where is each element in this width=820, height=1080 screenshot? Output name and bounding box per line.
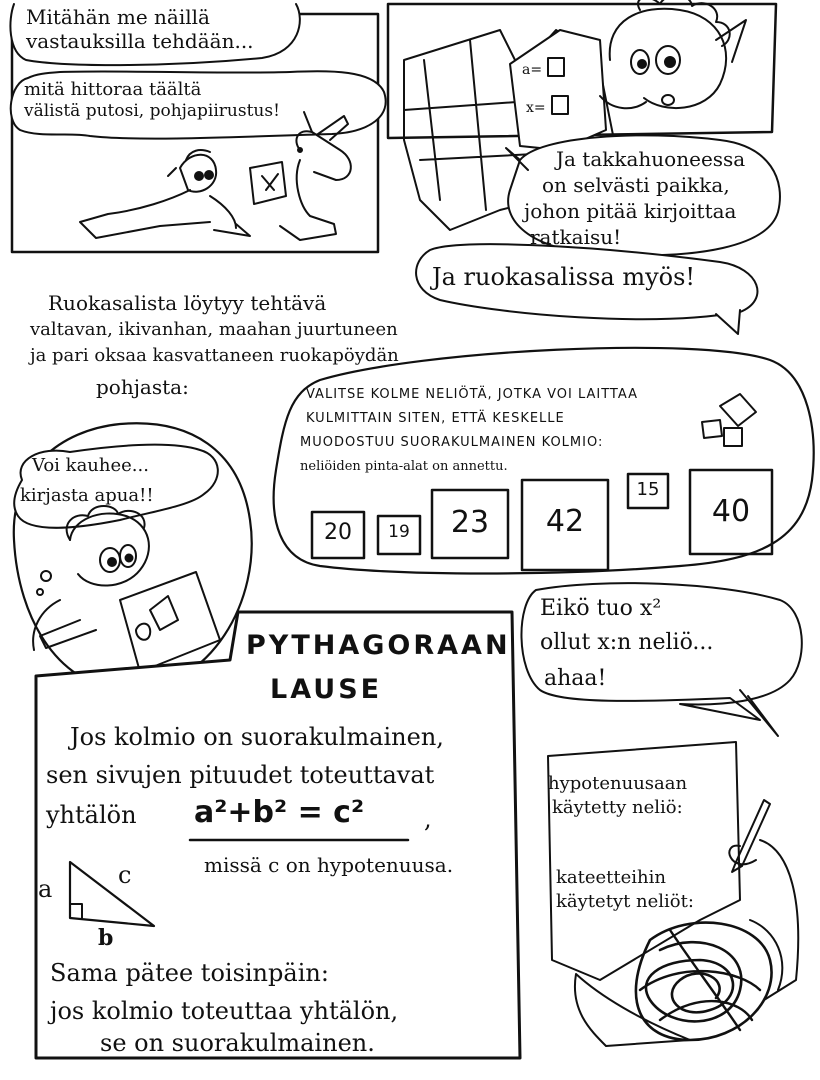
triangle-label-b: b [98,925,114,951]
realization-line-2: ollut x:n neliö... [540,630,714,655]
task-line-2: KULMITTAIN SITEN, ETTÄ KESKELLE [306,411,565,426]
realization-line-1: Eikö tuo x² [540,596,662,621]
equation-comma: , [424,805,432,833]
thought-text-1b: vastauksilla tehdään... [26,29,254,53]
theorem-text-2: sen sivujen pituudet toteuttavat [46,761,435,789]
area-value-4: 42 [545,504,585,539]
bubble-takkahuone-1: Ja takkahuoneessa [556,147,746,171]
task-line-1: VALITSE KOLME NELIÖTÄ, JOTKA VOI LAITTAA [306,387,639,402]
bubble-ruokasali: Ja ruokasalissa myös! [432,263,696,291]
task-line-3: MUODOSTUU SUORAKULMAINEN KOLMIO: [300,435,604,450]
notes-line-2: käytetty neliö: [552,797,683,818]
theorem-text-3: yhtälön [46,801,137,829]
map-label-a: a= [522,62,543,78]
comic-page: Mitähän me näillä vastauksilla tehdään..… [0,0,820,1080]
converse-line-3: se on suorakulmainen. [100,1029,375,1057]
triangle-label-c: c [118,861,132,889]
theorem-text-1: Jos kolmio on suorakulmainen, [70,723,444,751]
pythagorean-equation: a²+b² = c² [194,795,365,830]
thought-text-2b: välistä putosi, pohjapiirustus! [24,101,280,121]
narration-line-1: Ruokasalista löytyy tehtävä [48,291,327,315]
notes-line-3: kateetteihin [556,867,666,888]
narration-line-4: pohjasta: [96,375,189,399]
map-sheet [509,29,607,151]
theorem-title-2: LAUSE [270,674,383,705]
task-line-4: neliöiden pinta-alat on annettu. [300,459,508,474]
area-value-1: 20 [324,520,352,545]
hypotenuse-note: missä c on hypotenuusa. [204,853,454,877]
bubble-takkahuone-4: ratkaisu! [530,225,622,249]
thought-text-2a: mitä hittoraa täältä [24,79,202,100]
area-value-5: 15 [636,479,660,500]
map-label-x: x= [526,100,546,116]
narration-line-3: ja pari oksaa kasvattaneen ruokapöydän [30,345,399,366]
reader-thought-1: Voi kauhee... [32,455,149,476]
theorem-title-1: PYTHAGORAAN [246,630,511,661]
thought-text-1a: Mitähän me näillä [26,5,210,29]
notes-line-1: hypotenuusaan [548,773,688,794]
reader-thought-2: kirjasta apua!! [20,485,154,506]
bubble-takkahuone-3: johon pitää kirjoittaa [524,199,737,223]
converse-line-2: jos kolmio toteuttaa yhtälön, [50,997,399,1025]
kid-surprised [599,0,747,110]
realization-line-3: ahaa! [544,666,607,691]
bubble-takkahuone-2: on selvästi paikka, [542,173,730,197]
area-value-3: 23 [450,505,490,540]
area-value-6: 40 [711,494,751,529]
area-value-2: 19 [388,522,410,542]
triangle-label-a: a [38,875,53,903]
notes-line-4: käytetyt neliöt: [556,891,694,912]
converse-line-1: Sama pätee toisinpäin: [50,959,329,987]
kid-lying-reading [79,149,251,239]
narration-line-2: valtavan, ikivanhan, maahan juurtuneen [30,319,398,340]
